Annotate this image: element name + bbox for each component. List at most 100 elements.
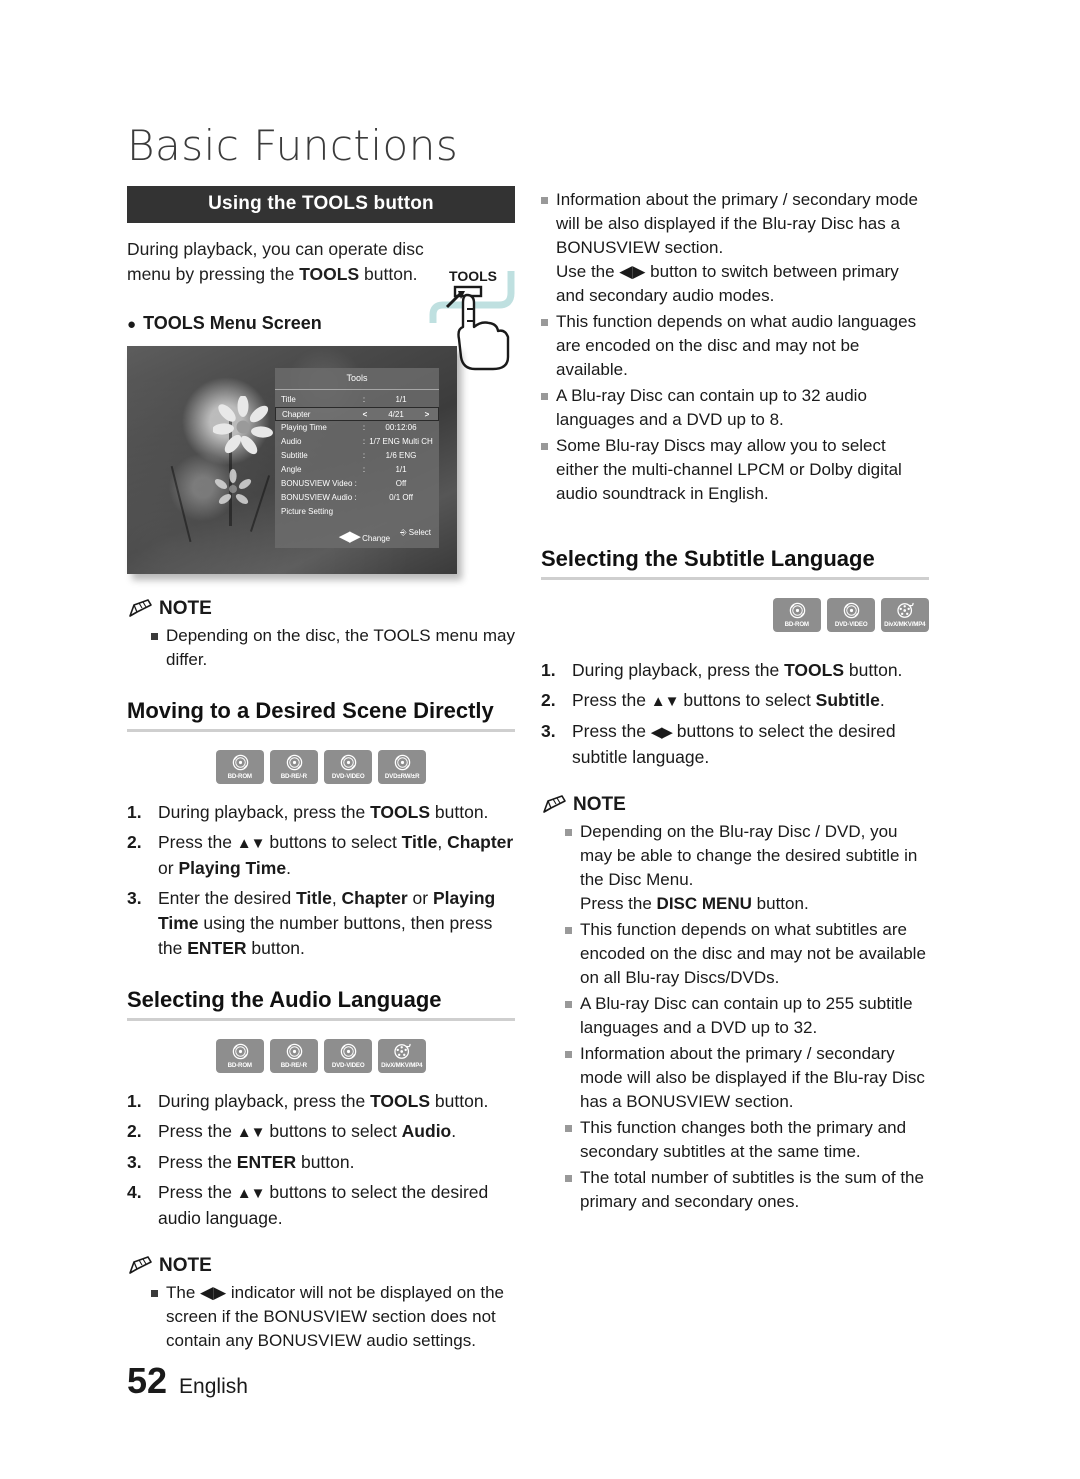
note-item-text: This function changes both the primary a… [580,1118,907,1161]
osd-select-hint: ⎆ Select [400,528,431,537]
step-item: 1. During playback, press the TOOLS butto… [127,800,515,825]
bullet-square-icon [565,1001,572,1008]
disc-badge-row-audio: BD-ROM BD-RE/-R DVD-VIDEO DivX/MKV/MP4 [127,1039,515,1073]
step-item: 1. During playback, press the TOOLS butto… [541,658,929,683]
disc-badge-dvd-video: DVD-VIDEO [324,750,372,784]
step-number: 3. [541,721,556,741]
osd-footer: ◀▶ Change ⎆ Select [275,528,439,545]
disc-icon [843,602,859,619]
step-text: Press the ▲▼ buttons to select Subtitle. [572,690,885,710]
step-item: 2. Press the ▲▼ buttons to select Title, … [127,830,515,881]
svg-text:TOOLS: TOOLS [449,268,497,284]
bullet-square-icon [565,927,572,934]
note-item-text: Depending on the Blu-ray Disc / DVD, you… [580,822,918,913]
step-item: 2. Press the ▲▼ buttons to select Subtitl… [541,688,929,714]
intro-paragraph: During playback, you can operate disc me… [127,239,424,284]
osd-row[interactable]: Angle:1/1 [275,463,439,477]
disc-badge-label: DVD-VIDEO [331,773,365,780]
bullet-square-icon [151,1290,158,1297]
step-text: Enter the desired Title, Chapter or Play… [158,888,496,958]
section-heading-subtitle: Selecting the Subtitle Language [541,546,929,580]
step-number: 1. [127,1091,142,1111]
note-list-2: The ◀▶ indicator will not be displayed o… [127,1281,515,1353]
osd-row[interactable]: BONUSVIEW Audio :0/1 Off [275,491,439,505]
note-item-text: A Blu-ray Disc can contain up to 255 sub… [580,994,913,1037]
page-footer: 52 English [127,1360,248,1402]
pencil-icon [129,1256,152,1274]
step-text: Press the ▲▼ buttons to select Audio. [158,1121,457,1141]
osd-row[interactable]: Chapter <4/21 > [275,407,439,421]
note-item-text: Some Blu-ray Discs may allow you to sele… [556,436,902,503]
note-item: Information about the primary / secondar… [541,1042,929,1114]
manual-page: Basic Functions Using the TOOLS button D… [0,0,1080,1479]
disc-icon [394,754,410,771]
osd-row[interactable]: BONUSVIEW Video : Off [275,477,439,491]
note-item: Depending on the disc, the TOOLS menu ma… [127,624,515,672]
note-item-text: Information about the primary / secondar… [580,1044,925,1111]
step-item: 1. During playback, press the TOOLS butto… [127,1089,515,1114]
disc-badge-label: DivX/MKV/MP4 [381,1062,423,1069]
note-item: This function depends on what subtitles … [541,918,929,990]
step-number: 2. [127,832,142,852]
flower-shape [214,469,251,505]
bullet-square-icon [541,319,548,326]
bullet-square-icon [565,829,572,836]
disc-badge-label: BD-RE/-R [280,1062,308,1069]
page-title: Basic Functions [127,121,459,170]
left-right-arrow-icon: ◀▶ [338,528,361,545]
note-heading: NOTE [127,1255,515,1277]
tools-menu-screenshot: Tools Title:1/1 Chapter <4/21 > Playing Time… [127,346,457,574]
note-item: A Blu-ray Disc can contain up to 255 sub… [541,992,929,1040]
disc-badge-label: DVD-VIDEO [331,1062,365,1069]
note-item: The total number of subtitles is the sum… [541,1166,929,1214]
step-item: 3. Press the ENTER button. [127,1150,515,1175]
osd-row[interactable]: Subtitle:1/6 ENG [275,449,439,463]
step-text: During playback, press the TOOLS button. [158,1091,489,1111]
note-item: The ◀▶ indicator will not be displayed o… [127,1281,515,1353]
disc-badge-label: BD-ROM [227,1062,253,1069]
disc-badge-divx-mkv-mp4: DivX/MKV/MP4 [881,598,929,632]
osd-title: Tools [275,368,439,390]
note-list-1: Depending on the disc, the TOOLS menu ma… [127,624,515,672]
step-item: 2. Press the ▲▼ buttons to select Audio. [127,1119,515,1145]
note-item-text: The total number of subtitles is the sum… [580,1168,924,1211]
osd-row[interactable]: Picture Setting [275,505,439,519]
step-number: 1. [127,802,142,822]
bullet-square-icon [565,1051,572,1058]
disc-icon [789,602,805,619]
note-item-text: Information about the primary / secondar… [556,190,918,305]
page-number: 52 [127,1360,168,1401]
enter-key-icon: ⎆ [400,528,407,537]
step-list-scene: 1. During playback, press the TOOLS butto… [127,800,515,961]
note-heading: NOTE [541,794,929,816]
note-item: Some Blu-ray Discs may allow you to sele… [541,434,929,506]
disc-badge-row-subtitle: BD-ROM DVD-VIDEO DivX/MKV/MP4 [541,598,929,632]
page-language: English [179,1375,248,1398]
disc-badge-label: DVD±RW/±R [384,773,420,780]
disc-icon [340,754,356,771]
note-list-3: Depending on the Blu-ray Disc / DVD, you… [541,820,929,1214]
note-item-text: This function depends on what audio lang… [556,312,917,379]
bullet-square-icon [541,393,548,400]
bullet-square-icon [565,1125,572,1132]
intro-block: During playback, you can operate disc me… [127,237,515,371]
osd-row[interactable]: Playing Time:00:12:06 [275,421,439,435]
step-number: 3. [127,1152,142,1172]
osd-row[interactable]: Title:1/1 [275,393,439,407]
audio-note-list: Information about the primary / secondar… [541,188,929,506]
disc-badge-dvd-video: DVD-VIDEO [827,598,875,632]
osd-row[interactable]: Audio:1/7 ENG Multi CH [275,435,439,449]
bullet-square-icon [541,443,548,450]
step-text: During playback, press the TOOLS button. [158,802,489,822]
note-item: This function depends on what audio lang… [541,310,929,382]
step-number: 2. [127,1121,142,1141]
bullet-dot-icon: ● [127,316,137,333]
disc-badge-bd-re-r: BD-RE/-R [270,1039,318,1073]
pencil-icon [543,795,566,813]
disc-badge-row-scene: BD-ROM BD-RE/-R DVD-VIDEO DVD±RW/±R [127,750,515,784]
step-list-subtitle: 1. During playback, press the TOOLS butto… [541,658,929,770]
disc-icon [232,754,248,771]
note-item-text: The ◀▶ indicator will not be displayed o… [166,1283,504,1350]
disc-badge-bd-rom: BD-ROM [216,750,264,784]
section-heading-scene: Moving to a Desired Scene Directly [127,698,515,732]
